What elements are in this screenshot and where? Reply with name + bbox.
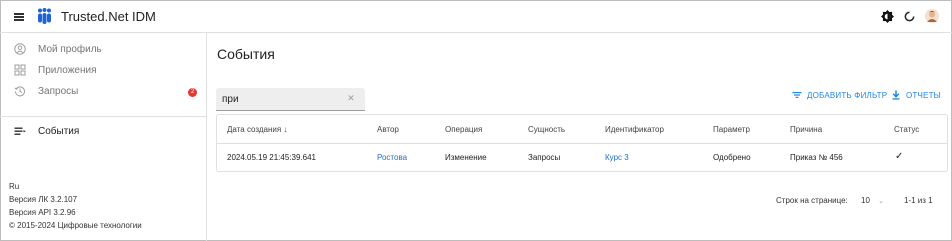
page-title: События xyxy=(217,46,275,62)
sidebar-divider xyxy=(0,116,206,117)
sidebar: Мой профиль Приложения Запросы 2 События… xyxy=(0,33,207,241)
rows-per-page-label: Строк на странице: xyxy=(776,196,848,205)
app-logo xyxy=(38,8,51,24)
refresh-icon[interactable] xyxy=(903,10,916,23)
cell-operation: Изменение xyxy=(445,153,487,162)
column-header-entity[interactable]: Сущность xyxy=(528,125,565,134)
table-row-divider xyxy=(217,143,947,144)
copyright: © 2015-2024 Цифровые технологии xyxy=(9,221,142,230)
column-header-identifier[interactable]: Идентификатор xyxy=(605,125,664,134)
reports-label: ОТЧЕТЫ xyxy=(906,90,941,100)
column-header-author[interactable]: Автор xyxy=(377,125,399,134)
search-input[interactable] xyxy=(222,92,342,107)
apps-grid-icon xyxy=(14,64,26,76)
rows-per-page-select[interactable]: 10 ⌄ xyxy=(861,196,884,205)
cell-author-link[interactable]: Ростова xyxy=(377,153,407,162)
sidebar-item-profile[interactable]: Мой профиль xyxy=(14,42,102,56)
events-list-icon xyxy=(14,127,26,135)
top-app-bar: Trusted.Net IDM xyxy=(0,0,952,33)
filter-icon xyxy=(792,92,802,98)
cell-parameter: Одобрено xyxy=(713,153,751,162)
sidebar-item-label: Приложения xyxy=(38,64,97,76)
sidebar-item-requests[interactable]: Запросы xyxy=(14,84,78,98)
user-avatar[interactable] xyxy=(925,9,939,23)
version-api: Версия API 3.2.96 xyxy=(9,208,76,217)
search-field[interactable]: ✕ xyxy=(216,88,365,111)
cell-entity: Запросы xyxy=(528,153,561,162)
clear-icon[interactable]: ✕ xyxy=(347,94,355,103)
person-circle-icon xyxy=(14,43,26,55)
events-table: Дата создания ↓ Автор Операция Сущность … xyxy=(216,114,948,172)
requests-count-badge: 2 xyxy=(188,88,197,97)
language-selector[interactable]: Ru xyxy=(9,180,142,193)
sidebar-footer: Ru Версия ЛК 3.2.107 Версия API 3.2.96 ©… xyxy=(9,180,142,232)
app-title: Trusted.Net IDM xyxy=(61,9,156,24)
cell-identifier-link[interactable]: Курс 3 xyxy=(605,153,629,162)
column-header-status[interactable]: Статус xyxy=(894,125,919,134)
sidebar-item-label: События xyxy=(38,125,80,137)
chevron-down-icon: ⌄ xyxy=(878,198,885,205)
theme-toggle-icon[interactable] xyxy=(881,10,894,23)
history-icon xyxy=(14,86,25,97)
download-icon xyxy=(892,90,900,100)
sidebar-item-label: Запросы xyxy=(38,85,79,97)
menu-icon[interactable] xyxy=(14,13,24,21)
sidebar-item-events[interactable]: События xyxy=(14,124,79,138)
sidebar-item-applications[interactable]: Приложения xyxy=(14,63,97,77)
add-filter-button[interactable]: ДОБАВИТЬ ФИЛЬТР xyxy=(792,88,887,102)
column-header-date[interactable]: Дата создания ↓ xyxy=(227,125,287,134)
column-header-parameter[interactable]: Параметр xyxy=(713,125,750,134)
add-filter-label: ДОБАВИТЬ ФИЛЬТР xyxy=(807,90,888,100)
cell-date: 2024.05.19 21:45:39.641 xyxy=(227,153,316,162)
version-lk: Версия ЛК 3.2.107 xyxy=(9,195,78,204)
column-header-reason[interactable]: Причина xyxy=(790,125,822,134)
pagination-range: 1-1 из 1 xyxy=(904,196,933,205)
cell-reason: Приказ № 456 xyxy=(790,153,843,162)
reports-button[interactable]: ОТЧЕТЫ xyxy=(891,88,941,102)
column-header-operation[interactable]: Операция xyxy=(445,125,482,134)
sidebar-item-label: Мой профиль xyxy=(38,43,102,55)
status-check-icon: ✓ xyxy=(895,151,904,162)
sort-arrow-down-icon[interactable]: ↓ xyxy=(283,125,287,134)
